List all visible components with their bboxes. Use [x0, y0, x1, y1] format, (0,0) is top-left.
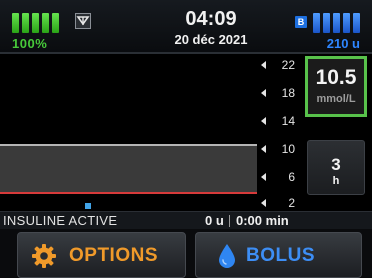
reservoir-segment: [353, 13, 360, 33]
insulin-drop-icon: [219, 244, 235, 268]
battery-segment: [22, 13, 29, 33]
clock-date: 20 déc 2021: [174, 32, 248, 47]
glucose-value: 10.5: [315, 66, 357, 89]
graph-time-marker: [85, 203, 91, 209]
reservoir-segment: [323, 13, 330, 33]
signal-icon: [75, 13, 91, 29]
iob-units: 0 u: [205, 213, 224, 228]
battery-segment: [52, 13, 59, 33]
y-tick: 2: [257, 196, 299, 210]
options-label: OPTIONS: [69, 245, 159, 266]
y-tick: 22: [257, 58, 299, 72]
reservoir-icon: [313, 13, 360, 33]
y-tick-label: 10: [281, 142, 295, 156]
y-tick-label: 2: [288, 196, 295, 210]
timespan-value: 3: [331, 155, 341, 174]
battery-segment: [42, 13, 49, 33]
options-button[interactable]: OPTIONS: [17, 232, 186, 278]
iob-divider: [229, 215, 230, 227]
tick-arrow-icon: [261, 117, 266, 125]
current-glucose-box: 10.5 mmol/L: [305, 56, 367, 117]
graph-timespan-button[interactable]: 3 h: [307, 140, 365, 195]
bolus-label: BOLUS: [246, 245, 315, 266]
bolus-button[interactable]: BOLUS: [195, 232, 362, 278]
y-tick-label: 6: [288, 170, 295, 184]
battery-segment: [12, 13, 19, 33]
tick-arrow-icon: [261, 61, 266, 69]
battery-icon: [12, 13, 59, 33]
y-tick: 14: [257, 114, 299, 128]
tick-arrow-icon: [261, 199, 266, 207]
graph-y-axis: 22 18 14 10 6 2: [257, 56, 299, 211]
y-tick-label: 14: [281, 114, 295, 128]
reservoir-segment: [343, 13, 350, 33]
iob-label: INSULINE ACTIVE: [3, 213, 118, 228]
reservoir-units: 210 u: [326, 36, 360, 51]
glucose-unit: mmol/L: [316, 93, 356, 105]
clock-time: 04:09: [185, 8, 237, 30]
iob-time: 0:00 min: [236, 213, 289, 228]
battery-percent: 100%: [12, 36, 48, 51]
gear-icon: [32, 244, 56, 268]
tick-arrow-icon: [261, 89, 266, 97]
tick-arrow-icon: [261, 173, 266, 181]
reservoir-segment: [313, 13, 320, 33]
insulin-on-board-strip: INSULINE ACTIVE 0 u 0:00 min: [0, 211, 372, 229]
bottom-button-bar: OPTIONS BOLUS: [0, 229, 372, 278]
timespan-unit: h: [332, 175, 340, 187]
bluetooth-icon: B: [295, 16, 307, 28]
status-bar: 100% 04:09 20 déc 2021 B 210 u: [0, 0, 372, 54]
pump-screen: 100% 04:09 20 déc 2021 B 210 u 22 18 14 …: [0, 0, 372, 278]
battery-segment: [32, 13, 39, 33]
tick-arrow-icon: [261, 145, 266, 153]
reservoir-segment: [333, 13, 340, 33]
y-tick: 18: [257, 86, 299, 100]
y-tick: 6: [257, 170, 299, 184]
y-tick-label: 22: [281, 58, 295, 72]
y-tick: 10: [257, 142, 299, 156]
cgm-graph[interactable]: [0, 56, 257, 211]
y-tick-label: 18: [281, 86, 295, 100]
target-range-band: [0, 144, 257, 194]
